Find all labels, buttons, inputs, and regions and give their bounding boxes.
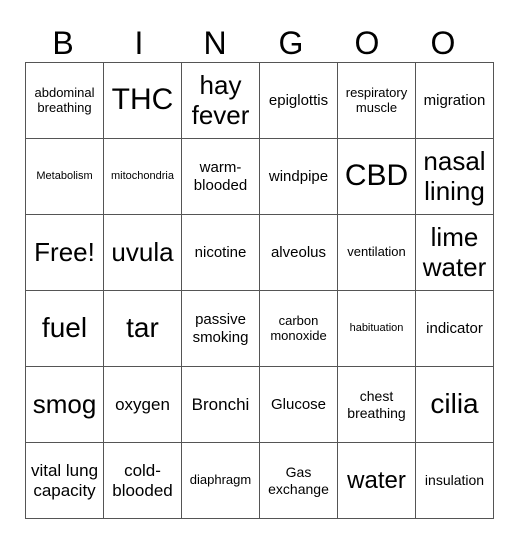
- free-space-cell[interactable]: Free!: [25, 214, 104, 291]
- bingo-cell[interactable]: hay fever: [181, 62, 260, 139]
- bingo-row: Free! uvula nicotine alveolus ventilation lim…: [25, 214, 494, 291]
- bingo-cell[interactable]: habituation: [337, 290, 416, 367]
- bingo-cell[interactable]: passive smoking: [181, 290, 260, 367]
- bingo-cell[interactable]: Bronchi: [181, 366, 260, 443]
- bingo-cell[interactable]: nasal lining: [415, 138, 494, 215]
- header-letter: B: [52, 25, 74, 61]
- bingo-row: smog oxygen Bronchi Glucose chest breathing c…: [25, 366, 494, 443]
- header-letter: N: [203, 25, 227, 61]
- bingo-cell[interactable]: windpipe: [259, 138, 338, 215]
- bingo-cell[interactable]: uvula: [103, 214, 182, 291]
- bingo-row: vital lung capacity cold-blooded diaphragm…: [25, 442, 494, 519]
- bingo-cell[interactable]: lime water: [415, 214, 494, 291]
- bingo-cell[interactable]: diaphragm: [181, 442, 260, 519]
- bingo-cell[interactable]: carbon monoxide: [259, 290, 338, 367]
- header-letter: G: [278, 25, 304, 61]
- bingo-cell[interactable]: CBD: [337, 138, 416, 215]
- bingo-cell[interactable]: alveolus: [259, 214, 338, 291]
- bingo-row: Metabolism mitochondria warm-blooded windpi…: [25, 138, 494, 215]
- bingo-cell[interactable]: cilia: [415, 366, 494, 443]
- bingo-cell[interactable]: migration: [415, 62, 494, 139]
- bingo-cell[interactable]: tar: [103, 290, 182, 367]
- bingo-cell[interactable]: fuel: [25, 290, 104, 367]
- bingo-cell[interactable]: Glucose: [259, 366, 338, 443]
- bingo-cell[interactable]: cold-blooded: [103, 442, 182, 519]
- bingo-cell[interactable]: nicotine: [181, 214, 260, 291]
- bingo-cell[interactable]: warm-blooded: [181, 138, 260, 215]
- bingo-row: abdominal breathing THC hay fever epiglotti…: [25, 62, 494, 139]
- bingo-cell[interactable]: indicator: [415, 290, 494, 367]
- bingo-cell[interactable]: respiratory muscle: [337, 62, 416, 139]
- bingo-cell[interactable]: mitochondria: [103, 138, 182, 215]
- bingo-header: B I N G O O: [25, 24, 481, 62]
- header-letter: O: [354, 25, 380, 61]
- bingo-cell[interactable]: smog: [25, 366, 104, 443]
- bingo-cell[interactable]: epiglottis: [259, 62, 338, 139]
- bingo-cell[interactable]: vital lung capacity: [25, 442, 104, 519]
- bingo-cell[interactable]: chest breathing: [337, 366, 416, 443]
- bingo-cell[interactable]: abdominal breathing: [25, 62, 104, 139]
- bingo-cell[interactable]: insulation: [415, 442, 494, 519]
- bingo-grid: abdominal breathing THC hay fever epiglotti…: [25, 62, 494, 519]
- bingo-cell[interactable]: oxygen: [103, 366, 182, 443]
- bingo-cell[interactable]: Gas exchange: [259, 442, 338, 519]
- bingo-row: fuel tar passive smoking carbon monoxide hab…: [25, 290, 494, 367]
- header-letter: I: [134, 25, 144, 61]
- bingo-cell[interactable]: ventilation: [337, 214, 416, 291]
- bingo-cell[interactable]: Metabolism: [25, 138, 104, 215]
- bingo-cell[interactable]: THC: [103, 62, 182, 139]
- bingo-cell[interactable]: water: [337, 442, 416, 519]
- header-letter: O: [430, 25, 456, 61]
